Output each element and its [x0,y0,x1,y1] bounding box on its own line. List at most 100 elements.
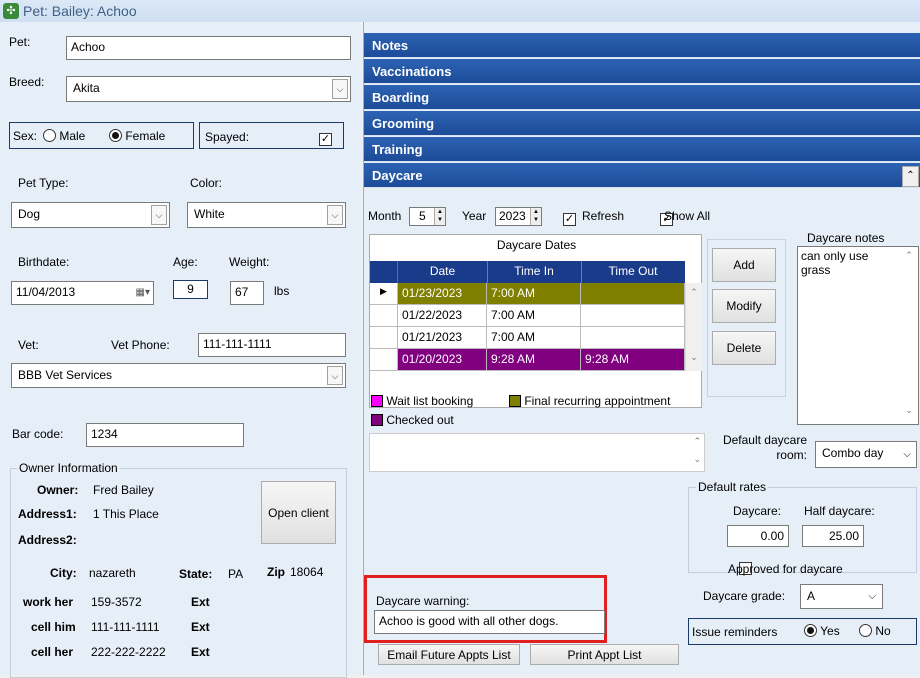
vet-phone-label: Vet Phone: [111,338,170,352]
scroll-down-icon[interactable]: ⌄ [686,352,702,363]
scroll-up-icon[interactable]: ⌃ [902,250,916,261]
breed-label: Breed: [9,75,45,89]
reminders-yes-radio[interactable]: Yes [804,624,840,638]
male-radio[interactable]: Male [43,129,85,143]
owner-value: Fred Bailey [93,483,154,497]
modify-button[interactable]: Modify [712,289,776,323]
daycare-rate-input[interactable]: 0.00 [727,525,789,547]
table-row[interactable]: 01/21/2023 7:00 AM [370,327,685,349]
phone-label: cell her [31,645,74,659]
phone-label: work her [23,595,74,609]
open-client-button[interactable]: Open client [261,481,336,544]
default-room-select[interactable]: Combo day ⌵ [815,441,917,468]
chevron-down-icon[interactable]: ⌵ [151,205,167,225]
scroll-up-icon[interactable]: ⌃ [693,436,701,447]
grade-select[interactable]: A ⌵ [800,584,883,609]
collapse-icon[interactable]: ⌃ [902,166,919,187]
phone-ext-label: Ext [191,620,210,634]
phone-label: cell him [31,620,76,634]
half-rate-input[interactable]: 25.00 [802,525,864,547]
address1-value: 1 This Place [93,507,159,521]
reminders-no-radio[interactable]: No [859,624,891,638]
scroll-down-icon[interactable]: ⌄ [693,454,701,465]
table-row[interactable]: ▶ 01/23/2023 7:00 AM [370,283,685,305]
scroll-down-icon[interactable]: ⌄ [902,405,916,416]
year-spinner[interactable]: 2023 ▲ ▼ [495,207,542,226]
column-header[interactable]: Time In [487,264,581,278]
pet-name-input[interactable]: Achoo [66,36,351,60]
spinner-arrows-icon[interactable]: ▲ ▼ [530,208,541,225]
spinner-arrows-icon[interactable]: ▲ ▼ [434,208,445,225]
time-out-cell [581,327,685,349]
yes-label: Yes [820,624,840,638]
barcode-input[interactable]: 1234 [86,423,244,447]
vet-select[interactable]: BBB Vet Services ⌵ [11,363,346,388]
zip-value: 18064 [290,565,324,579]
swatch-icon [371,414,383,426]
chevron-down-icon[interactable]: ⌵ [903,447,911,463]
chevron-down-icon[interactable]: ⌵ [332,79,348,99]
section-training[interactable]: Training [364,137,920,162]
section-vaccinations[interactable]: Vaccinations [364,59,920,84]
male-label: Male [59,129,86,143]
vet-phone-input[interactable]: 111-111-1111 [198,333,346,357]
calendar-icon[interactable]: ▦▾ [136,285,150,301]
legend-label: Final recurring appointment [524,394,671,408]
add-button[interactable]: Add [712,248,776,282]
column-header[interactable]: Time Out [581,264,685,278]
refresh-checkbox[interactable]: ✓ [563,213,576,226]
table-row[interactable]: 01/22/2023 7:00 AM [370,305,685,327]
phone-value: 111-111-1111 [91,620,160,634]
year-label: Year [462,209,487,223]
year-value: 2023 [499,209,526,223]
approved-label: Approved for daycare [728,562,843,576]
chevron-down-icon[interactable]: ⌵ [327,205,343,225]
swatch-icon [509,395,521,407]
daycare-comments-box[interactable]: ⌃ ⌄ [369,433,705,472]
section-boarding[interactable]: Boarding [364,85,920,110]
default-room-value: Combo day [822,446,884,460]
age-field: 9 [173,280,208,299]
phone-ext-label: Ext [191,595,210,609]
row-pointer-icon: ▶ [370,283,398,305]
daycare-dates-grid: Daycare Dates Date Time In Time Out ▶ 01… [369,234,702,408]
female-radio[interactable]: Female [109,129,165,143]
weight-unit: lbs [274,284,290,298]
birthdate-value: 11/04/2013 [16,285,76,299]
spayed-group: Spayed: ✓ [199,122,344,149]
age-label: Age: [173,255,198,269]
grid-scrollbar[interactable]: ⌃ ⌄ [685,283,702,371]
legend-final-recurring: Final recurring appointment [509,394,670,408]
column-header[interactable]: Date [398,264,487,278]
radio-selected-icon [804,624,817,637]
swatch-icon [371,395,383,407]
daycare-notes-textarea[interactable]: can only use grass [797,246,919,425]
time-in-cell: 7:00 AM [487,305,581,327]
delete-button[interactable]: Delete [712,331,776,365]
vet-value: BBB Vet Services [18,368,113,382]
default-rates-label: Default rates [696,480,769,494]
month-spinner[interactable]: 5 ▲ ▼ [409,207,446,226]
time-in-cell: 7:00 AM [487,327,581,349]
warning-label: Daycare warning: [376,594,470,608]
chevron-down-icon[interactable]: ⌵ [868,589,876,605]
birthdate-picker[interactable]: 11/04/2013 ▦▾ [11,281,154,305]
section-grooming[interactable]: Grooming [364,111,920,136]
pet-type-select[interactable]: Dog ⌵ [11,202,170,228]
radio-icon [859,624,872,637]
spayed-checkbox[interactable]: ✓ [319,133,332,146]
chevron-down-icon[interactable]: ⌵ [327,366,343,385]
color-select[interactable]: White ⌵ [187,202,346,228]
barcode-label: Bar code: [12,427,64,441]
breed-select[interactable]: Akita ⌵ [66,76,351,102]
default-room-label: Default daycare room: [722,433,807,462]
print-appt-list-button[interactable]: Print Appt List [530,644,679,665]
legend-checked-out: Checked out [371,413,454,427]
section-notes[interactable]: Notes [364,33,920,58]
warning-input[interactable]: Achoo is good with all other dogs. [374,610,605,634]
weight-input[interactable]: 67 [230,281,264,305]
table-row[interactable]: 01/20/2023 9:28 AM 9:28 AM [370,349,685,371]
email-future-appts-button[interactable]: Email Future Appts List [378,644,520,665]
scroll-up-icon[interactable]: ⌃ [686,287,702,298]
section-daycare[interactable]: Daycare [364,163,920,188]
